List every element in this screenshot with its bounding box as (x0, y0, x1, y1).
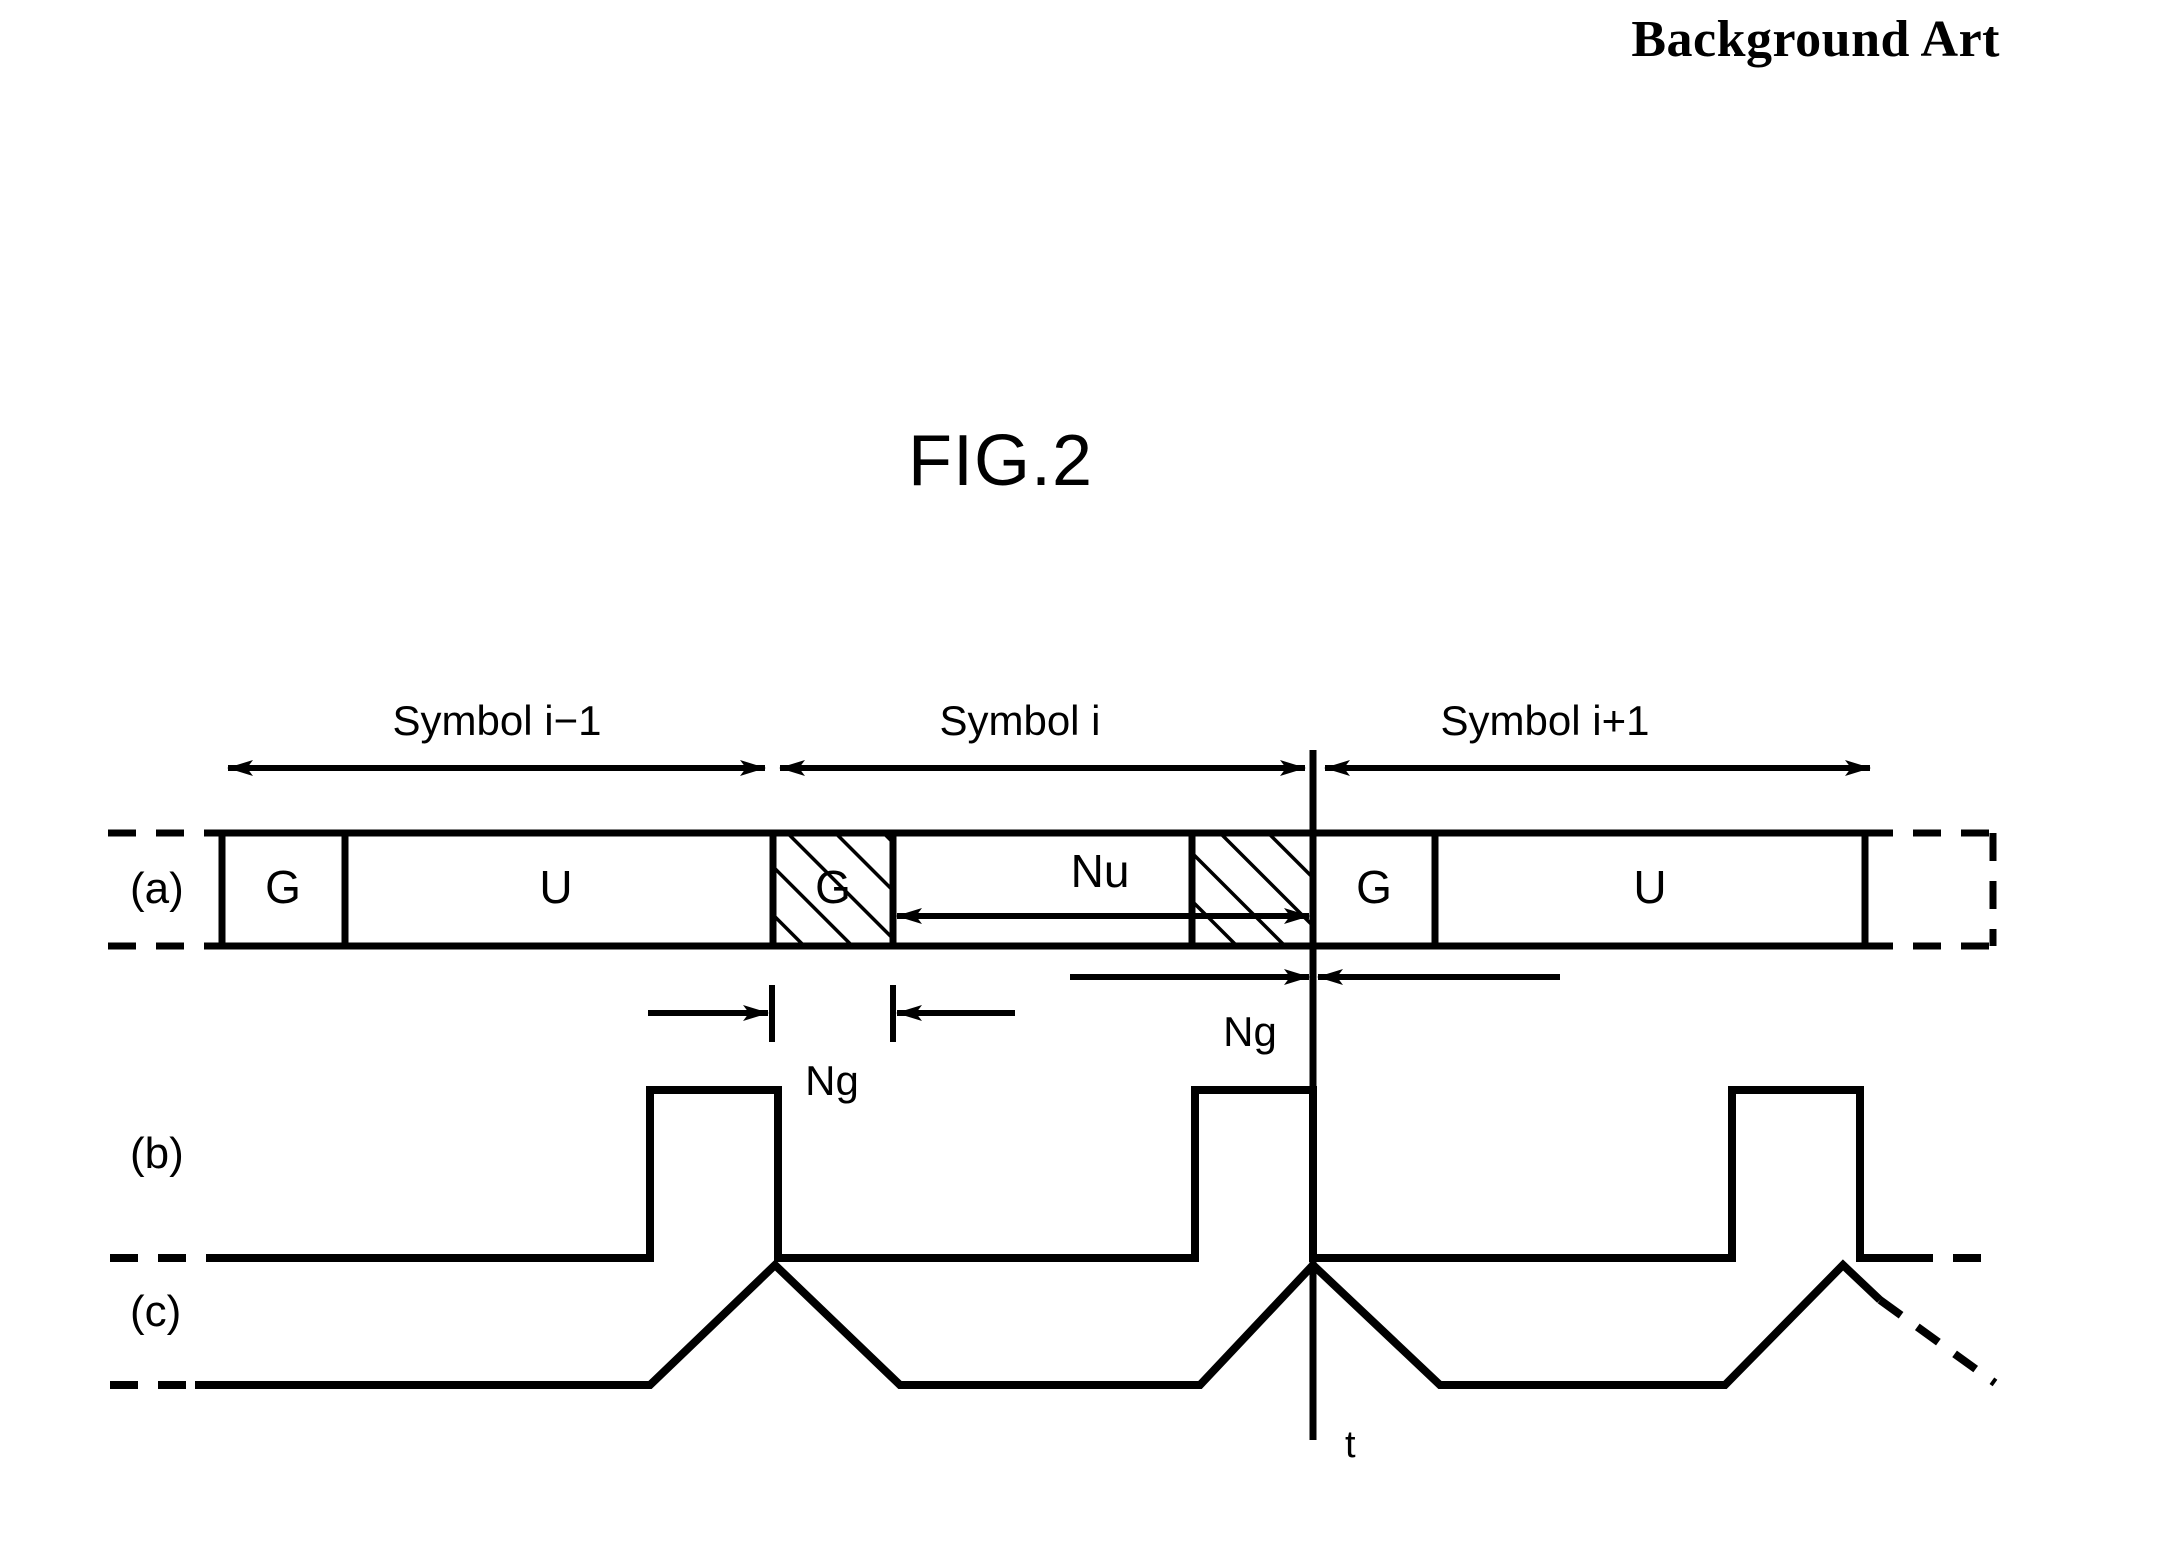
time-axis-group: t (1309, 750, 1356, 1466)
symbol-label-i-plus-1: Symbol i+1 (1441, 697, 1650, 744)
row-b-pulse-train: (b) (110, 1086, 1995, 1262)
guard-interval-measure-group: Ng Ng (648, 969, 1560, 1104)
symbol-label-i-minus-1: Symbol i−1 (393, 697, 602, 744)
time-axis-label: t (1345, 1424, 1356, 1466)
frame-block-label-6: U (1633, 861, 1666, 913)
frame-block-label-1: U (539, 861, 572, 913)
frame-block-label-5: G (1356, 861, 1392, 913)
frame-block-label-nu: Nu (1071, 845, 1130, 897)
ng2-label: Ng (1223, 1008, 1277, 1055)
frame-block-label-0: G (265, 861, 301, 913)
symbol-span-group: Symbol i−1 Symbol i Symbol i+1 (227, 697, 1871, 776)
row-c-waveform (195, 1259, 1883, 1389)
row-a-frame-structure: (a) G U G Nu G U (108, 829, 1997, 950)
row-label-a: (a) (130, 864, 184, 913)
row-b-waveform (210, 1086, 1905, 1262)
frame-block-label-2: G (815, 861, 851, 913)
row-label-c: (c) (130, 1287, 181, 1336)
frame-block-guard-hatched-2 (1188, 829, 1317, 950)
figure-2-diagram: Symbol i−1 Symbol i Symbol i+1 (a) G U G… (108, 697, 1998, 1466)
ng1-label: Ng (805, 1057, 859, 1104)
symbol-label-i: Symbol i (939, 697, 1100, 744)
row-label-b: (b) (130, 1129, 184, 1178)
row-c-triangular-profile: (c) (110, 1259, 1998, 1389)
patent-figure-page: Background Art FIG.2 Symbol i−1 Symbol i (0, 0, 2164, 1560)
row-c-dashed-right (1877, 1296, 1998, 1387)
